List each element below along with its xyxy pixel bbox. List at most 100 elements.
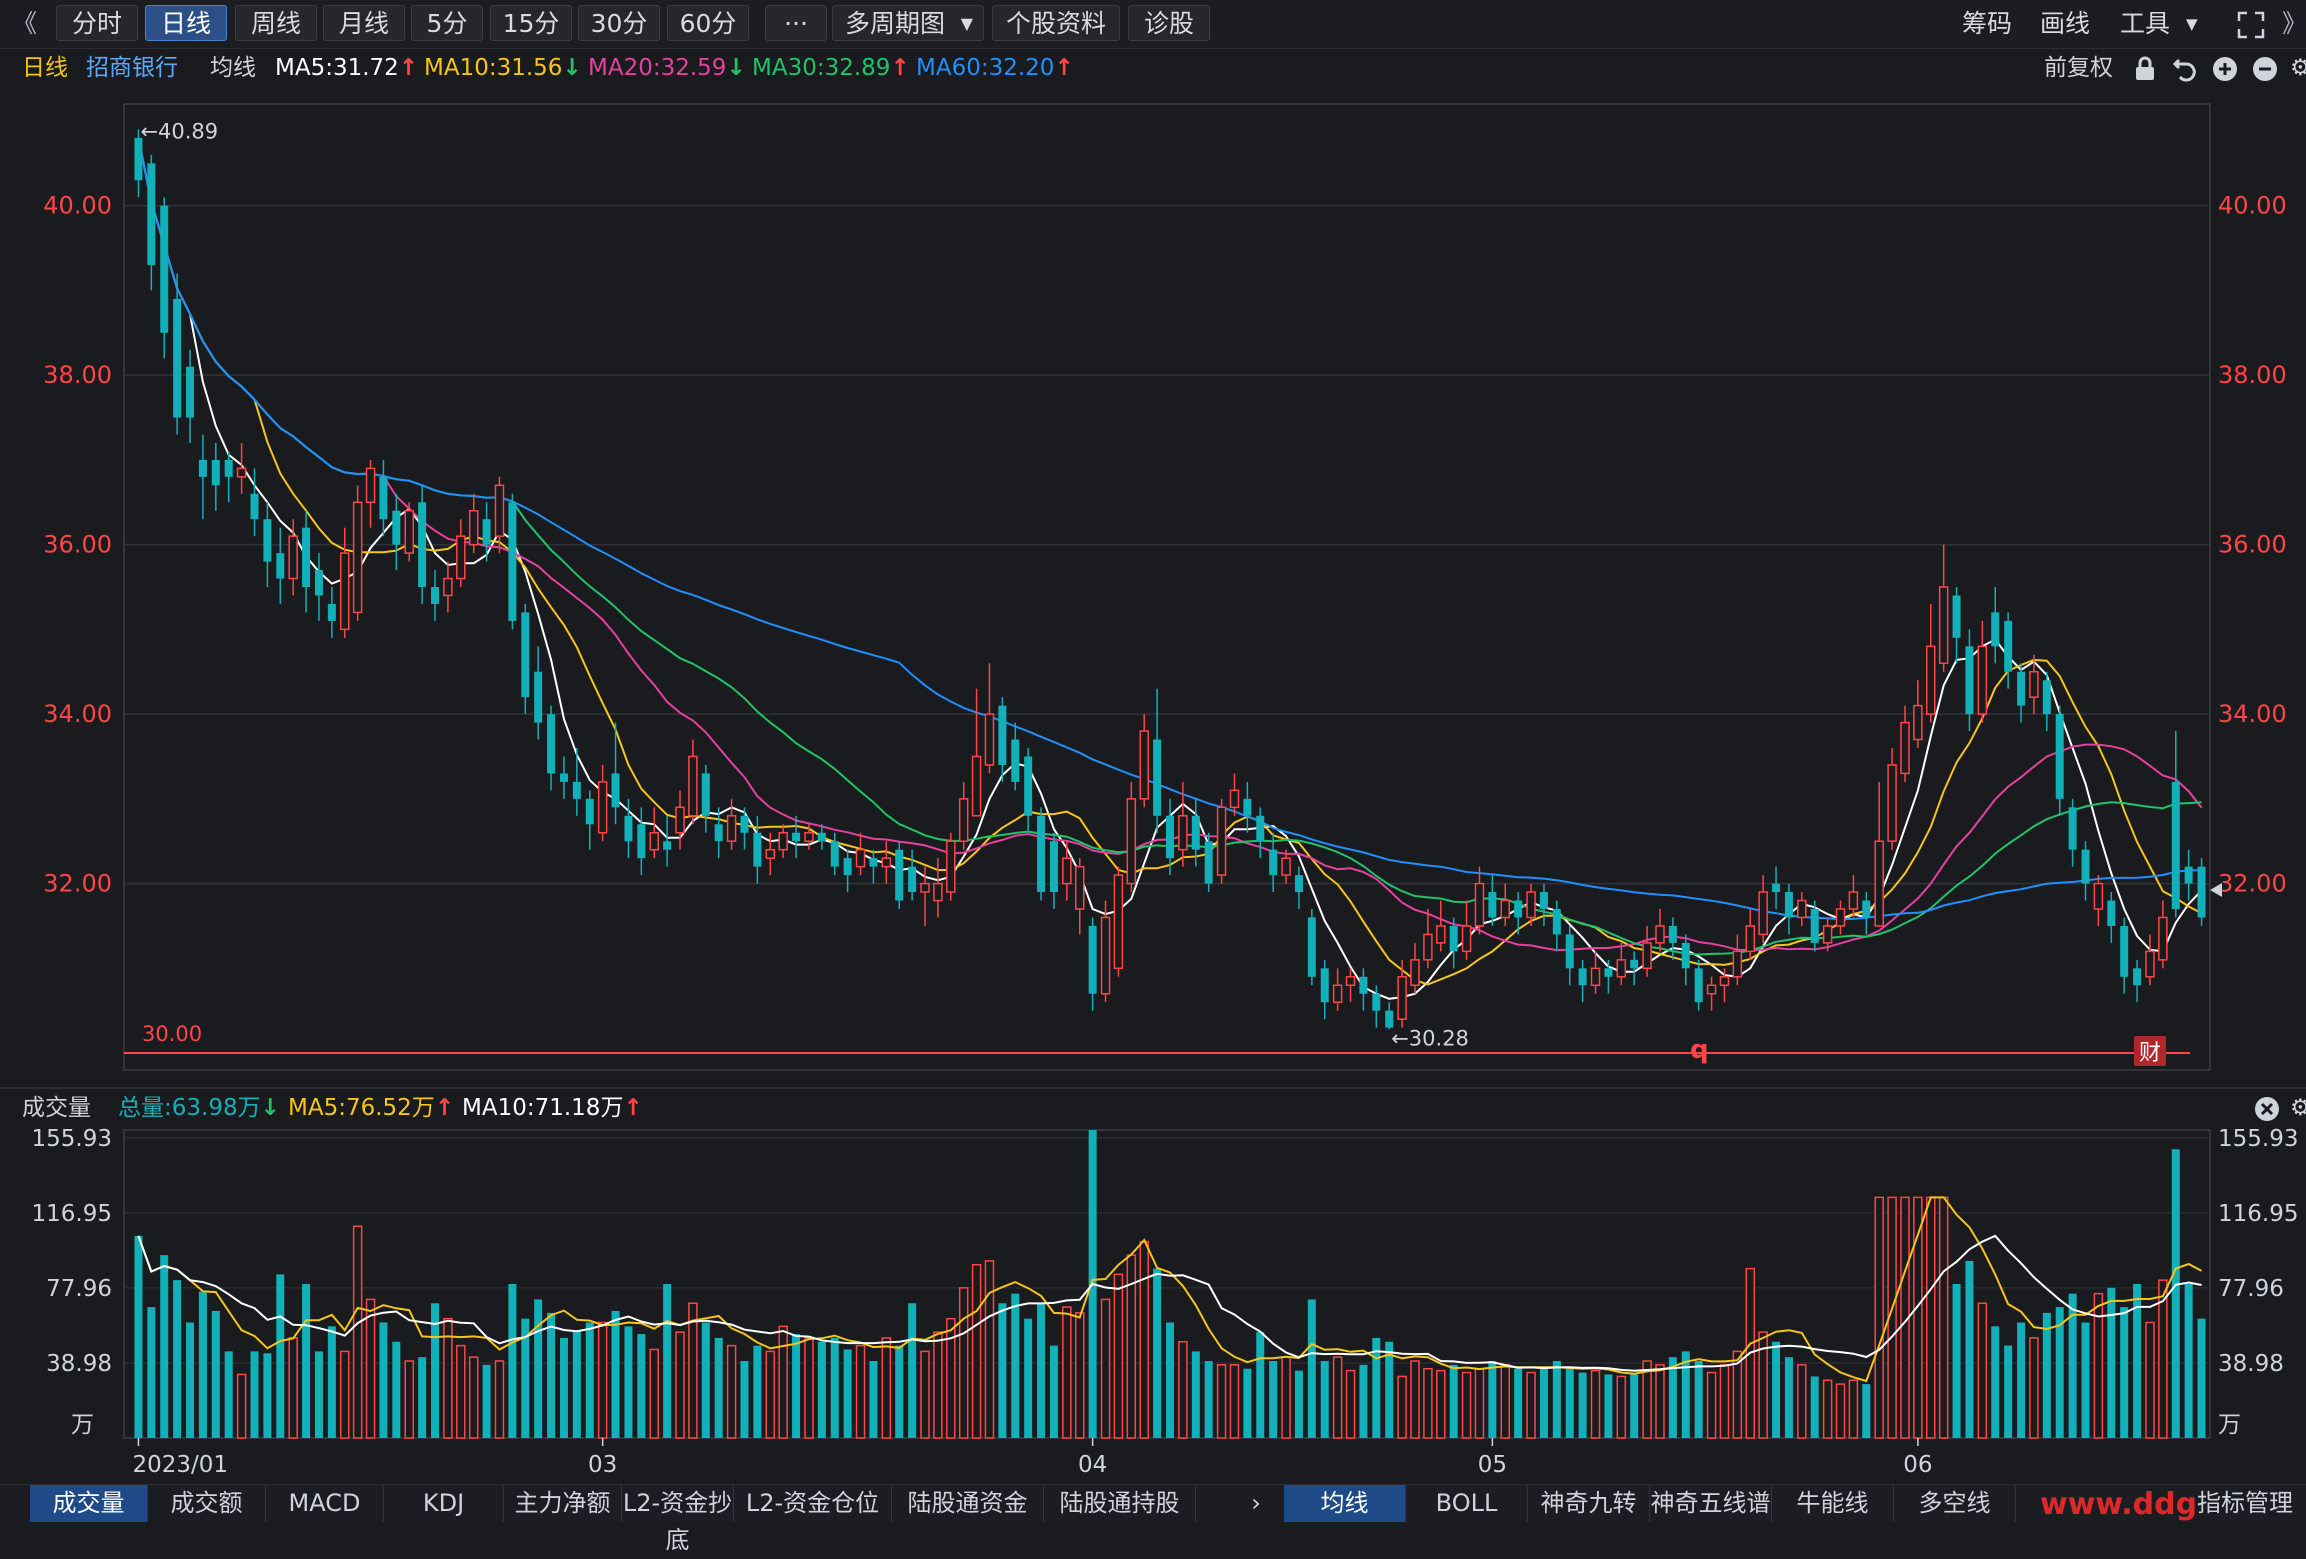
volume-bar[interactable] [637,1334,646,1438]
volume-bar[interactable] [855,1344,866,1439]
volume-bar[interactable] [1965,1260,1974,1438]
volume-bar[interactable] [1655,1364,1665,1439]
volume-bar[interactable] [508,1284,517,1438]
candle[interactable] [1862,892,1871,935]
volume-bar[interactable] [1397,1375,1407,1439]
close-icon[interactable] [2254,1090,2280,1126]
volume-bar[interactable] [792,1334,801,1438]
candle[interactable] [2171,731,2180,918]
volume-bar[interactable] [173,1280,182,1438]
candle[interactable] [2081,841,2090,901]
candle[interactable] [250,468,259,537]
volume-bar[interactable] [611,1310,620,1438]
tab-volume-5[interactable]: L2-资金抄底 [622,1485,734,1554]
volume-bar[interactable] [1372,1337,1381,1438]
tab-volume-7[interactable]: 陆股通资金 [892,1485,1044,1522]
candle[interactable] [714,807,723,859]
candle[interactable] [663,815,672,867]
volume-bar[interactable] [186,1322,195,1439]
candle[interactable] [1126,781,1137,893]
candle[interactable] [276,527,285,604]
candle[interactable] [1204,832,1213,893]
volume-bar[interactable] [1926,1196,1936,1439]
candle[interactable] [173,273,182,435]
volume-bar[interactable] [1436,1369,1446,1439]
volume-bar[interactable] [263,1353,272,1438]
volume-bar[interactable] [352,1225,363,1439]
candle[interactable] [855,832,866,876]
volume-bar[interactable] [1952,1284,1961,1438]
tab-volume-3[interactable]: KDJ [384,1485,504,1522]
volume-bar[interactable] [1797,1364,1807,1439]
candle[interactable] [1359,968,1368,1011]
volume-bar[interactable] [1294,1370,1303,1438]
candle[interactable] [443,561,453,613]
candle[interactable] [1474,866,1485,935]
candle[interactable] [2184,849,2193,901]
volume-bar[interactable] [1256,1332,1265,1438]
candle[interactable] [1332,968,1343,1011]
volume-bar[interactable] [1139,1240,1149,1439]
tab-indicator-5[interactable]: 多空线 [1894,1485,2016,1522]
candle[interactable] [1037,807,1046,901]
candle[interactable] [881,841,892,884]
volume-bar[interactable] [895,1345,904,1438]
candle[interactable] [302,510,311,613]
volume-bar[interactable] [2107,1287,2116,1438]
candle[interactable] [740,807,749,850]
volume-bar[interactable] [1100,1298,1111,1439]
candle[interactable] [933,858,943,918]
indicator-manage-button[interactable]: 指标管理 [2184,1485,2306,1522]
volume-bar[interactable] [379,1322,388,1439]
candle[interactable] [1590,951,1601,994]
volume-bar[interactable] [765,1350,776,1439]
tab-indicator-0[interactable]: 均线 [1284,1485,1406,1522]
volume-bar[interactable] [2017,1322,2026,1439]
candle[interactable] [431,570,440,621]
candle[interactable] [224,451,233,503]
volume-bar[interactable] [1229,1364,1240,1439]
volume-bar[interactable] [1977,1302,1988,1439]
candle[interactable] [1732,934,1743,986]
volume-bar[interactable] [365,1298,376,1439]
candle[interactable] [2197,858,2206,926]
candle[interactable] [2120,917,2129,994]
volume-bar[interactable] [958,1287,969,1439]
volume-bar[interactable] [1500,1364,1511,1439]
candle[interactable] [1049,832,1058,909]
volume-bar[interactable] [1449,1364,1458,1438]
volume-bar[interactable] [2184,1284,2193,1438]
candle[interactable] [1410,942,1420,994]
volume-bar[interactable] [1630,1374,1639,1438]
volume-bar[interactable] [1874,1196,1884,1439]
volume-bar[interactable] [1345,1369,1356,1439]
tab-volume-4[interactable]: 主力净额 [504,1485,622,1522]
chevron-right-icon[interactable]: › [1238,1485,1274,1522]
candle[interactable] [585,790,594,850]
candle[interactable] [1926,603,1936,723]
volume-bar[interactable] [276,1274,285,1438]
candle[interactable] [521,603,530,715]
candle[interactable] [418,485,427,604]
volume-bar[interactable] [1590,1369,1601,1439]
candle[interactable] [1565,925,1574,986]
tab-volume-2[interactable]: MACD [266,1485,384,1522]
candle[interactable] [1578,959,1587,1003]
volume-bar[interactable] [1332,1356,1343,1439]
volume-bar[interactable] [1166,1322,1174,1439]
volume-bar[interactable] [1011,1293,1020,1438]
candle[interactable] [1345,968,1356,1003]
volume-bar[interactable] [778,1325,788,1439]
candle[interactable] [1745,909,1755,960]
candle[interactable] [147,154,156,291]
volume-bar[interactable] [984,1260,995,1439]
volume-bar[interactable] [1810,1376,1819,1438]
volume-bar[interactable] [392,1341,401,1438]
candle[interactable] [726,798,737,850]
volume-bar[interactable] [418,1357,427,1438]
candle[interactable] [547,705,556,791]
volume-bar[interactable] [404,1360,414,1439]
volume-bar[interactable] [1565,1368,1574,1438]
volume-bar[interactable] [1423,1367,1433,1439]
candle[interactable] [468,493,479,554]
